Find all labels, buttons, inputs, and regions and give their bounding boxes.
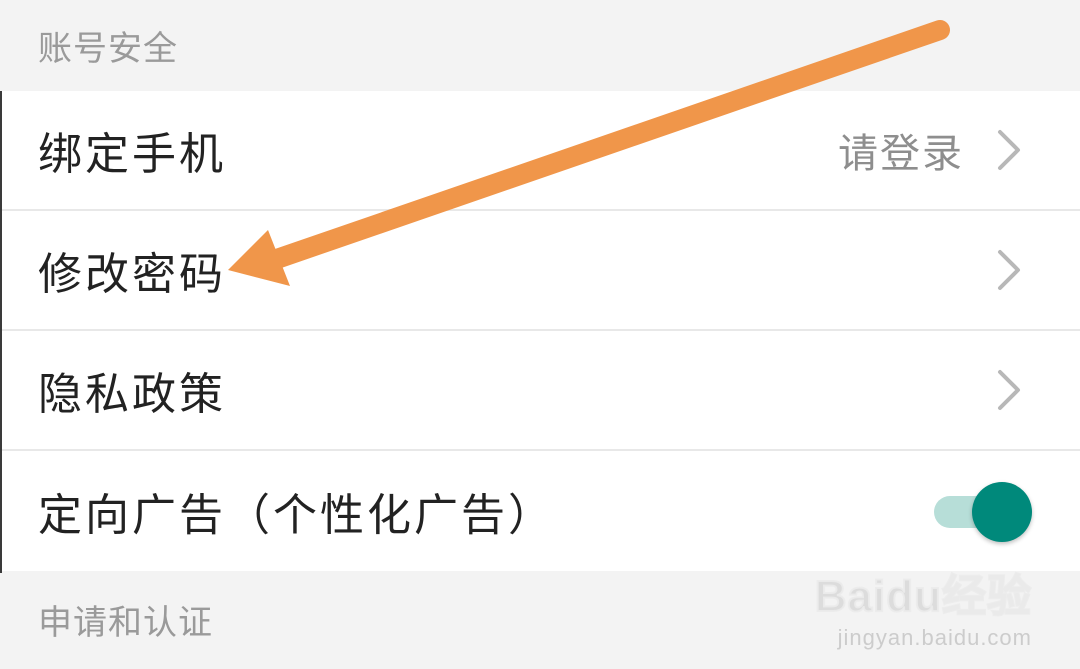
account-security-group: 绑定手机 请登录 修改密码 隐私政策 定向广告（个性化广告） xyxy=(0,91,1080,571)
settings-screen: 账号安全 绑定手机 请登录 修改密码 隐私政策 定向广告（个性化广告） 申请和认… xyxy=(0,0,1080,669)
watermark-logo: Baidu经验 xyxy=(814,572,1032,621)
chevron-right-icon xyxy=(994,248,1024,292)
left-edge-divider xyxy=(0,91,2,573)
baidu-jingyan-watermark: Baidu经验 jingyan.baidu.com xyxy=(814,572,1032,651)
chevron-right-icon xyxy=(994,128,1024,172)
bind-phone-row[interactable]: 绑定手机 请登录 xyxy=(0,91,1080,211)
bind-phone-status: 请登录 xyxy=(838,131,964,177)
privacy-policy-row[interactable]: 隐私政策 xyxy=(0,331,1080,451)
chevron-right-icon xyxy=(994,368,1024,412)
section-header-account-security: 账号安全 xyxy=(38,29,178,69)
watermark-url: jingyan.baidu.com xyxy=(837,625,1032,650)
change-password-row[interactable]: 修改密码 xyxy=(0,211,1080,331)
change-password-label: 修改密码 xyxy=(38,249,226,300)
toggle-thumb xyxy=(972,482,1032,542)
bind-phone-label: 绑定手机 xyxy=(38,129,226,180)
targeted-ads-row: 定向广告（个性化广告） xyxy=(0,451,1080,571)
privacy-policy-label: 隐私政策 xyxy=(38,369,226,420)
targeted-ads-label: 定向广告（个性化广告） xyxy=(38,490,555,541)
targeted-ads-toggle[interactable] xyxy=(934,482,1032,542)
